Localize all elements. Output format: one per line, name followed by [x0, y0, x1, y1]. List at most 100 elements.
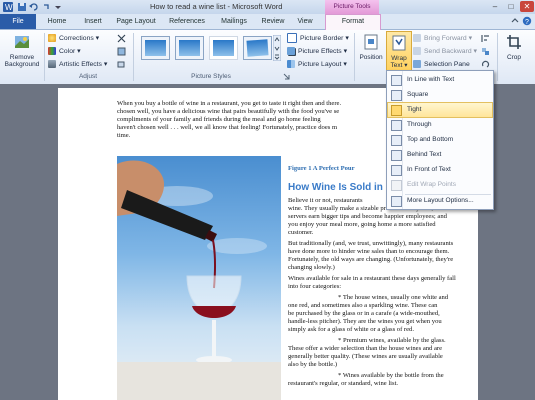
body-line: Believe it or not, restaurants [288, 197, 363, 204]
adjust-group-label: Adjust [78, 73, 98, 80]
figure-caption: Figure 1 A Perfect Pour [288, 165, 355, 172]
color-icon [48, 47, 56, 56]
wrap-text-icon [392, 35, 406, 51]
edit-wrap-points-icon [391, 180, 402, 191]
layout-options-icon [391, 196, 402, 207]
body-line: also by the bottle.) [288, 361, 338, 368]
wrap-text-button[interactable]: Wrap Text ▾ [386, 31, 412, 74]
svg-text:W: W [5, 3, 13, 12]
dialog-launcher-icon[interactable] [283, 73, 290, 80]
body-line: be purchased by the glass or in a carafe… [288, 310, 440, 317]
group-icon[interactable] [481, 47, 490, 56]
menu-item-tight[interactable]: Tight [387, 102, 493, 118]
body-line: restaurant's regular, or standard, wine … [288, 380, 399, 387]
picture-styles-group-label: Picture Styles [191, 73, 231, 80]
send-backward-button[interactable]: Send Backward ▾ [413, 46, 477, 58]
tab-mailings[interactable]: Mailings [214, 15, 254, 29]
position-button[interactable]: Position [357, 34, 385, 61]
body-line: generally better quality. (These wines a… [288, 353, 443, 360]
wrap-behind-icon [391, 150, 402, 161]
tab-file[interactable]: File [0, 14, 36, 29]
align-icon[interactable] [481, 34, 490, 43]
body-line: into four categories: [288, 283, 342, 290]
change-picture-icon[interactable] [117, 47, 126, 56]
tab-review[interactable]: Review [258, 15, 288, 29]
wine-photo[interactable] [117, 156, 281, 400]
menu-item-edit-wrap-points[interactable]: Edit Wrap Points [388, 178, 492, 192]
body-line: handle-less pitcher). They are the wines… [288, 318, 442, 325]
menu-item-through[interactable]: Through [388, 118, 492, 132]
reset-picture-icon[interactable] [117, 60, 126, 69]
picture-style-thumbnail[interactable] [141, 36, 170, 60]
customize-toolbar-icon[interactable] [53, 2, 63, 12]
wrap-top-bottom-icon [391, 135, 402, 146]
crop-button[interactable]: Crop [500, 34, 528, 61]
body-line: These offer a wider selection than the h… [288, 345, 443, 352]
position-icon [364, 34, 378, 50]
remove-background-icon [15, 36, 29, 48]
tab-home[interactable]: Home [40, 15, 74, 29]
tab-view[interactable]: View [292, 15, 318, 29]
body-line: * Premium wines, available by the glass. [338, 337, 446, 344]
intro-line: When you buy a bottle of wine in a resta… [117, 100, 342, 107]
section-heading: How Wine Is Sold in [288, 182, 383, 193]
tab-page-layout[interactable]: Page Layout [112, 15, 160, 29]
intro-line: time. [117, 132, 131, 139]
body-line: * The house wines, usually one white and [338, 294, 449, 301]
color-button[interactable]: Color ▾ [48, 46, 81, 58]
artistic-effects-button[interactable]: Artistic Effects ▾ [48, 59, 107, 71]
undo-icon[interactable] [29, 2, 39, 12]
tab-format[interactable]: Format [325, 14, 381, 30]
bring-forward-icon [413, 34, 421, 43]
save-icon[interactable] [17, 2, 27, 12]
separator [133, 33, 134, 81]
picture-style-thumbnail[interactable] [209, 36, 238, 60]
separator [354, 33, 355, 81]
menu-item-square[interactable]: Square [388, 88, 492, 102]
help-icon[interactable]: ? [522, 16, 532, 26]
intro-line: chosen well, you have a delicious wine t… [117, 108, 340, 115]
wrap-text-menu: In Line with Text Square Tight Through T… [386, 70, 494, 210]
close-button[interactable]: ✕ [520, 1, 534, 12]
bring-forward-button[interactable]: Bring Forward ▾ [413, 33, 472, 45]
minimize-button[interactable]: – [488, 1, 502, 12]
remove-background-button[interactable]: Remove Background [2, 34, 42, 68]
body-line: one red, and sometimes also a sparkling … [288, 302, 438, 309]
send-backward-icon [413, 47, 421, 56]
minimize-ribbon-icon[interactable] [510, 16, 520, 26]
compress-pictures-icon[interactable] [117, 34, 126, 43]
menu-item-in-line-with-text[interactable]: In Line with Text [388, 73, 492, 87]
separator [44, 33, 45, 81]
separator [497, 33, 498, 81]
body-line: simply ask for a glass of white or a gla… [288, 326, 414, 333]
picture-effects-icon [287, 47, 295, 56]
picture-layout-button[interactable]: Picture Layout ▾ [287, 59, 347, 71]
gallery-scroll-icon[interactable] [273, 35, 281, 61]
picture-tools-label: Picture Tools [325, 0, 379, 14]
rotate-icon[interactable] [481, 60, 490, 69]
menu-item-in-front-of-text[interactable]: In Front of Text [388, 163, 492, 177]
wrap-in-front-icon [391, 165, 402, 176]
body-line: have done more to hinder wine sales than… [288, 248, 450, 255]
window-title: How to read a wine list - Microsoft Word [150, 2, 283, 11]
body-line: But traditionally (and, we trust, unwitt… [288, 240, 454, 247]
picture-border-button[interactable]: Picture Border ▾ [287, 33, 349, 45]
menu-item-top-and-bottom[interactable]: Top and Bottom [388, 133, 492, 147]
maximize-button[interactable]: □ [504, 1, 518, 12]
menu-item-behind-text[interactable]: Behind Text [388, 148, 492, 162]
artistic-effects-icon [48, 60, 56, 69]
tab-references[interactable]: References [164, 15, 210, 29]
redo-icon[interactable] [41, 2, 51, 12]
remove-background-label: Remove Background [4, 54, 40, 68]
crop-icon [507, 35, 521, 49]
wrap-tight-icon [391, 105, 402, 116]
picture-style-thumbnail[interactable] [243, 36, 272, 60]
body-line: * Wines available by the bottle from the [338, 372, 444, 379]
corrections-button[interactable]: Corrections ▾ [48, 33, 99, 45]
picture-effects-button[interactable]: Picture Effects ▾ [287, 46, 347, 58]
menu-item-more-layout-options[interactable]: More Layout Options... [388, 194, 492, 208]
body-line: servers earn bigger tips and become happ… [288, 213, 447, 220]
picture-style-thumbnail[interactable] [175, 36, 204, 60]
tab-insert[interactable]: Insert [76, 15, 110, 29]
body-line: customer. [288, 229, 314, 236]
